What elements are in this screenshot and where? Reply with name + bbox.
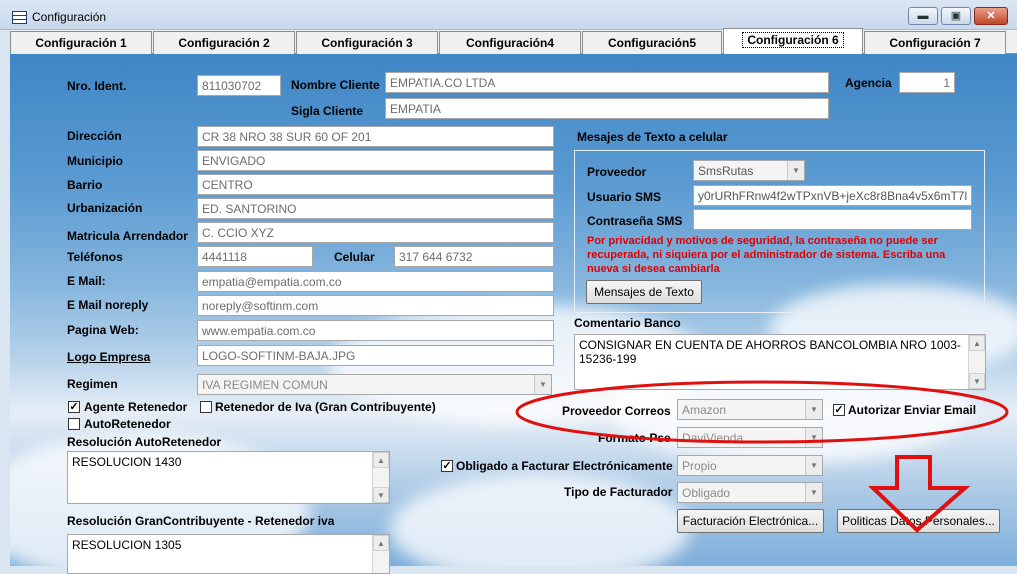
tab-config-6[interactable]: Configuración 6 <box>723 28 863 54</box>
arrow-down-icon <box>868 455 971 533</box>
highlight-ellipse <box>515 380 1009 444</box>
annotation-overlay <box>515 380 1009 533</box>
